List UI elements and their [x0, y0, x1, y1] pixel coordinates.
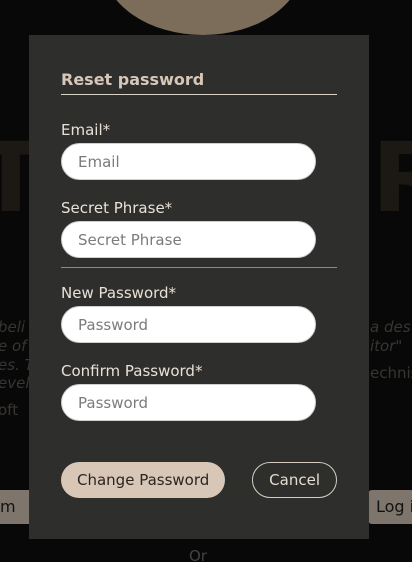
email-label: Email* — [61, 121, 111, 139]
confirm-password-field[interactable] — [61, 384, 316, 421]
reset-password-modal: Reset password Email* Secret Phrase* New… — [29, 35, 369, 539]
new-password-field[interactable] — [61, 306, 316, 343]
modal-title: Reset password — [61, 70, 337, 95]
modal-actions: Change Password Cancel — [61, 462, 337, 498]
new-password-label: New Password* — [61, 284, 177, 302]
cancel-button[interactable]: Cancel — [252, 462, 337, 498]
secret-phrase-label: Secret Phrase* — [61, 199, 173, 217]
confirm-password-label: Confirm Password* — [61, 362, 203, 380]
email-field[interactable] — [61, 143, 316, 180]
section-divider — [61, 267, 337, 268]
secret-phrase-field[interactable] — [61, 221, 316, 258]
change-password-button[interactable]: Change Password — [61, 462, 226, 498]
